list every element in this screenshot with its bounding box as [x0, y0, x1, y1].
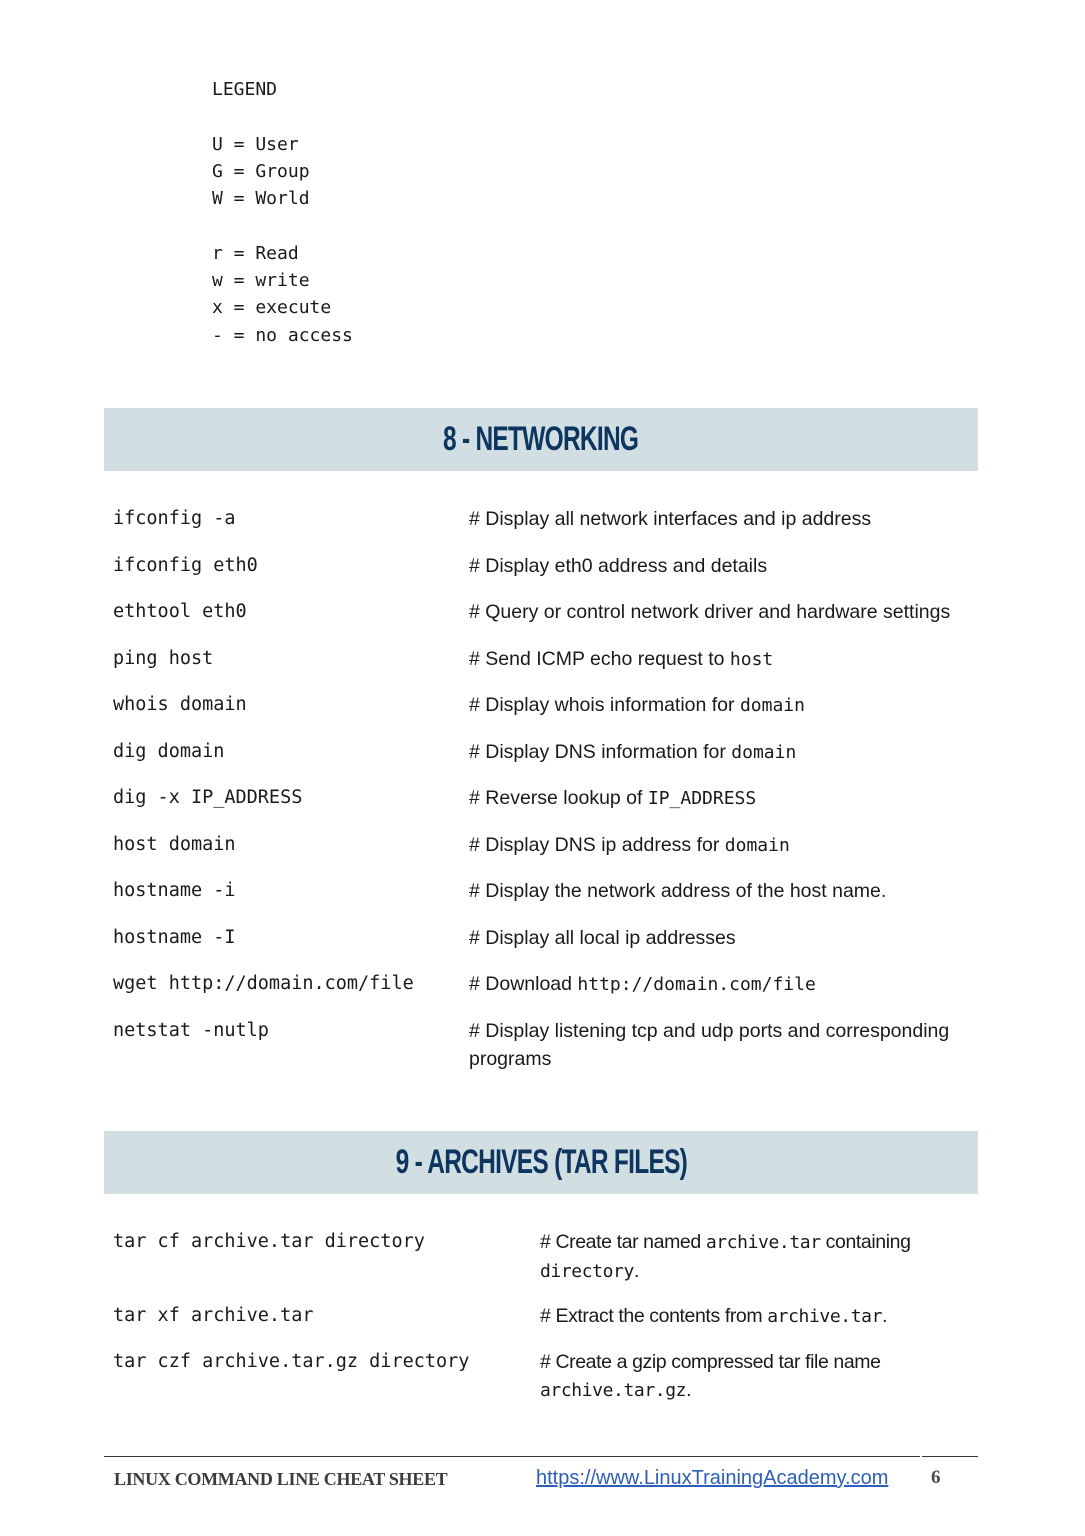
legend-line: - = no access — [212, 324, 353, 346]
inline-code: domain — [724, 834, 790, 856]
description-text: # Create tar named — [540, 1231, 706, 1253]
description-text: . — [633, 1260, 639, 1282]
command-text: tar czf archive.tar.gz directory — [113, 1351, 470, 1372]
inline-code: http://domain.com/file — [577, 974, 816, 995]
legend-line: r = Read — [212, 242, 299, 264]
legend-line: w = write — [212, 270, 310, 292]
section-title: 9 - ARCHIVES (TAR FILES) — [395, 1143, 687, 1181]
description-text: # Display the network address of the hos… — [469, 880, 887, 902]
legend-title: LEGEND — [212, 79, 278, 100]
command-text: ethtool eth0 — [113, 601, 247, 622]
permissions-legend: LEGEND U = User G = Group W = World r = … — [212, 76, 353, 349]
command-description: # Display the network address of the hos… — [469, 877, 969, 905]
description-text: # Display listening tcp and udp ports an… — [469, 1019, 950, 1070]
description-text: # Send ICMP echo request to — [469, 647, 730, 670]
description-text: # Display eth0 address and details — [469, 554, 768, 577]
footer-divider — [922, 1456, 978, 1457]
description-text: # Display all network interfaces and ip … — [469, 508, 872, 530]
command-description: # Display all network interfaces and ip … — [469, 505, 969, 533]
command-description: # Display DNS ip address for domain — [469, 831, 969, 860]
inline-code: IP_ADDRESS — [647, 788, 757, 809]
command-text: dig domain — [113, 740, 225, 762]
footer-divider — [104, 1456, 920, 1457]
command-description: # Display all local ip addresses — [469, 924, 969, 952]
command-text: dig -x IP_ADDRESS — [113, 787, 303, 808]
inline-code: archive.tar — [705, 1232, 821, 1253]
description-text: # Create a gzip compressed tar file name — [540, 1351, 881, 1373]
command-text: wget http://domain.com/file — [113, 973, 414, 994]
inline-code: host — [729, 648, 774, 670]
legend-line: G = Group — [212, 160, 310, 182]
description-text: # Download — [469, 973, 578, 995]
command-text: ifconfig eth0 — [113, 554, 258, 576]
description-text: # Reverse lookup of — [469, 787, 648, 809]
inline-code: domain — [739, 695, 805, 716]
command-description: # Display DNS information for domain — [469, 738, 969, 767]
description-text: # Extract the contents from — [540, 1305, 768, 1327]
description-text: . — [882, 1305, 888, 1327]
section-header-networking: 8 - NETWORKING — [104, 408, 978, 471]
inline-code: archive.tar.gz — [540, 1380, 687, 1401]
command-description: # Display eth0 address and details — [469, 552, 969, 580]
page-number: 6 — [931, 1467, 941, 1488]
description-text: # Display whois information for — [469, 694, 740, 716]
inline-code: domain — [731, 741, 797, 763]
legend-spacer — [212, 103, 353, 130]
command-text: tar cf archive.tar directory — [113, 1231, 425, 1252]
command-description: # Download http://domain.com/file — [469, 970, 969, 999]
command-description: # Send ICMP echo request to host — [469, 645, 969, 674]
command-description: # Extract the contents from archive.tar. — [540, 1302, 975, 1331]
section-title: 8 - NETWORKING — [443, 420, 639, 458]
legend-line: W = World — [212, 188, 310, 210]
footer-website-link[interactable]: https://www.LinuxTrainingAcademy.com — [536, 1467, 888, 1490]
legend-line — [212, 212, 353, 239]
footer-title: LINUX COMMAND LINE CHEAT SHEET — [114, 1469, 448, 1489]
description-text: # Display DNS ip address for — [469, 833, 725, 856]
command-description: # Query or control network driver and ha… — [469, 598, 969, 626]
command-description: # Display listening tcp and udp ports an… — [469, 1017, 969, 1073]
description-text: . — [686, 1379, 692, 1401]
description-text: # Query or control network driver and ha… — [469, 601, 951, 623]
command-text: ping host — [113, 647, 214, 669]
command-text: whois domain — [113, 694, 247, 715]
command-description: # Reverse lookup of IP_ADDRESS — [469, 784, 969, 813]
legend-line: x = execute — [212, 297, 332, 319]
command-text: hostname -i — [113, 880, 236, 901]
inline-code: directory — [540, 1261, 634, 1282]
command-text: ifconfig -a — [113, 508, 236, 529]
command-text: tar xf archive.tar — [113, 1305, 314, 1326]
legend-line: U = User — [212, 133, 299, 155]
command-description: # Create tar named archive.tar containin… — [540, 1228, 975, 1286]
command-text: hostname -I — [113, 926, 236, 948]
description-text: # Display DNS information for — [469, 740, 732, 763]
command-text: host domain — [113, 833, 236, 855]
description-text: containing — [820, 1231, 911, 1253]
inline-code: archive.tar — [767, 1306, 883, 1327]
section-header-archives: 9 - ARCHIVES (TAR FILES) — [104, 1131, 978, 1194]
description-text: # Display all local ip addresses — [469, 926, 736, 949]
command-description: # Display whois information for domain — [469, 691, 969, 720]
command-text: netstat -nutlp — [113, 1019, 269, 1041]
command-description: # Create a gzip compressed tar file name… — [540, 1348, 975, 1405]
